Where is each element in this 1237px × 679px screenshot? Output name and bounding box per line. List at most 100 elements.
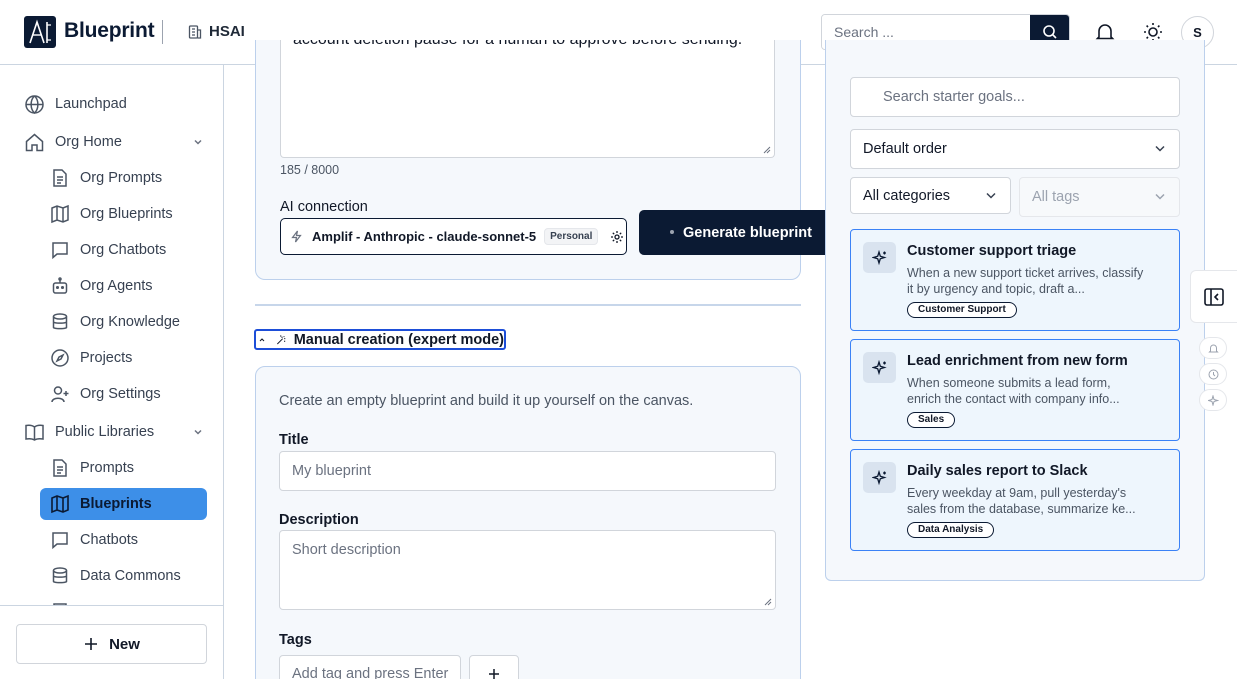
sidebar-item-label: Projects xyxy=(80,350,133,366)
category-select-value: All categories xyxy=(863,187,951,204)
database-icon xyxy=(52,567,68,584)
user-plus-icon xyxy=(51,386,69,403)
book-icon xyxy=(25,423,44,441)
app-name[interactable]: Blueprint xyxy=(64,19,155,43)
starter-goal-card[interactable]: Daily sales report to Slack Every weekda… xyxy=(850,449,1180,551)
tags-select-value: All tags xyxy=(1032,189,1080,205)
blueprint-logo-icon[interactable] xyxy=(24,16,56,48)
sidebar-item-label: Org Home xyxy=(55,134,122,150)
map-icon xyxy=(51,204,69,224)
title-input[interactable] xyxy=(279,451,776,491)
sidebar-item-org-chatbots[interactable]: Org Chatbots xyxy=(40,234,207,266)
dock-history-button[interactable] xyxy=(1199,363,1227,385)
loading-dot-icon xyxy=(670,230,674,234)
ai-connection-select[interactable]: Amplif - Anthropic - claude-sonnet-5 Per… xyxy=(280,218,627,255)
new-button-label: New xyxy=(109,635,140,653)
gear-icon xyxy=(611,230,624,243)
home-icon xyxy=(25,133,44,151)
sidebar-item-public-libraries[interactable]: Public Libraries xyxy=(24,416,214,448)
sidebar: Launchpad Org Home Org Prompts Org Bluep… xyxy=(0,65,224,679)
sidebar-item-org-home[interactable]: Org Home xyxy=(24,126,214,158)
chevron-down-icon xyxy=(1155,145,1165,152)
new-button[interactable]: New xyxy=(16,624,207,664)
sidebar-item-org-prompts[interactable]: Org Prompts xyxy=(40,162,207,194)
char-count: 185 / 8000 xyxy=(280,163,340,177)
starter-goal-card[interactable]: Lead enrichment from new form When someo… xyxy=(850,339,1180,441)
sidebar-item-org-knowledge[interactable]: Org Knowledge xyxy=(40,306,207,338)
goal-category-badge: Sales xyxy=(907,412,956,428)
manual-intro-text: Create an empty blueprint and build it u… xyxy=(279,393,694,409)
resize-grip-icon[interactable] xyxy=(764,598,772,606)
sidebar-item-launchpad[interactable]: Launchpad xyxy=(24,88,214,120)
sidebar-item-chatbots[interactable]: Chatbots xyxy=(40,524,207,556)
panel-toggle-button[interactable] xyxy=(1190,270,1237,323)
document-icon xyxy=(53,169,67,187)
chat-icon xyxy=(52,242,68,260)
description-textarea[interactable] xyxy=(279,530,776,610)
database-icon xyxy=(52,313,68,330)
search-icon xyxy=(1042,25,1057,39)
sidebar-item-blueprints[interactable]: Blueprints xyxy=(40,488,207,520)
sidebar-item-projects[interactable]: Projects xyxy=(40,342,207,374)
sparkle-icon xyxy=(1207,394,1219,406)
manual-creation-toggle[interactable]: Manual creation (expert mode) xyxy=(254,329,506,350)
bell-icon xyxy=(1207,344,1219,352)
dock-ai-button[interactable] xyxy=(1199,389,1227,411)
compass-icon xyxy=(51,349,69,367)
globe-icon xyxy=(25,94,44,114)
goal-prompt-textarea[interactable]: account deletion pause for a human to ap… xyxy=(280,40,775,158)
magic-wand-icon xyxy=(277,335,286,344)
goal-prompt-text: account deletion pause for a human to ap… xyxy=(293,40,742,49)
resize-grip-icon[interactable] xyxy=(763,146,771,154)
map-icon xyxy=(51,494,69,514)
sidebar-item-label: Org Settings xyxy=(80,386,161,402)
sidebar-item-org-agents[interactable]: Org Agents xyxy=(40,270,207,302)
generate-blueprint-button[interactable]: Generate blueprint xyxy=(639,210,829,255)
manual-creation-label: Manual creation (expert mode) xyxy=(293,331,504,348)
sidebar-footer: New xyxy=(0,605,223,679)
sidebar-item-org-settings[interactable]: Org Settings xyxy=(40,378,207,410)
starter-goal-card[interactable]: Customer support triage When a new suppo… xyxy=(850,229,1180,331)
sidebar-item-data-commons[interactable]: Data Commons xyxy=(40,560,207,592)
goal-description: Every weekday at 9am, pull yesterday's s… xyxy=(907,486,1136,516)
tags-input[interactable] xyxy=(279,655,461,679)
sparkle-icon xyxy=(863,352,896,383)
chevron-up-icon xyxy=(259,337,265,341)
goal-category-badge: Data Analysis xyxy=(907,522,995,538)
sidebar-item-label: Data Commons xyxy=(80,568,181,584)
chevron-down-icon xyxy=(194,139,202,145)
goal-category-badge: Customer Support xyxy=(907,302,1017,318)
sidebar-item-prompts[interactable]: Prompts xyxy=(40,452,207,484)
starter-goals-search-input[interactable] xyxy=(850,77,1180,117)
sidebar-item-label: Org Blueprints xyxy=(80,206,173,222)
category-select[interactable]: All categories xyxy=(850,177,1011,214)
chevron-down-icon xyxy=(986,192,996,199)
chat-icon xyxy=(52,532,68,550)
lightning-icon xyxy=(291,230,302,243)
sidebar-item-label: Public Libraries xyxy=(55,424,155,440)
goal-description: When a new support ticket arrives, class… xyxy=(907,266,1144,296)
goal-title: Lead enrichment from new form xyxy=(907,353,1128,369)
section-divider xyxy=(255,304,801,306)
sidebar-collapse-icon xyxy=(1204,287,1224,306)
order-select[interactable]: Default order xyxy=(850,129,1180,169)
order-select-value: Default order xyxy=(863,141,947,157)
sidebar-item-label: Org Agents xyxy=(80,278,153,294)
sidebar-item-label: Blueprints xyxy=(80,496,152,512)
tags-select[interactable]: All tags xyxy=(1019,177,1180,217)
sparkle-icon xyxy=(863,462,896,493)
chevron-down-icon xyxy=(1155,193,1165,200)
sidebar-item-label: Prompts xyxy=(80,460,134,476)
goal-title: Daily sales report to Slack xyxy=(907,463,1088,479)
org-switcher[interactable]: HSAI xyxy=(209,23,245,40)
header-divider xyxy=(162,20,163,44)
description-label: Description xyxy=(279,512,359,528)
dock-notifications-button[interactable] xyxy=(1199,337,1227,359)
sidebar-item-label: Chatbots xyxy=(80,532,139,548)
title-label: Title xyxy=(279,432,309,448)
sidebar-item-label: Org Prompts xyxy=(80,170,163,186)
goal-title: Customer support triage xyxy=(907,243,1077,259)
sidebar-item-org-blueprints[interactable]: Org Blueprints xyxy=(40,198,207,230)
sidebar-item-label: Launchpad xyxy=(55,96,127,112)
add-tag-button[interactable] xyxy=(469,655,519,679)
